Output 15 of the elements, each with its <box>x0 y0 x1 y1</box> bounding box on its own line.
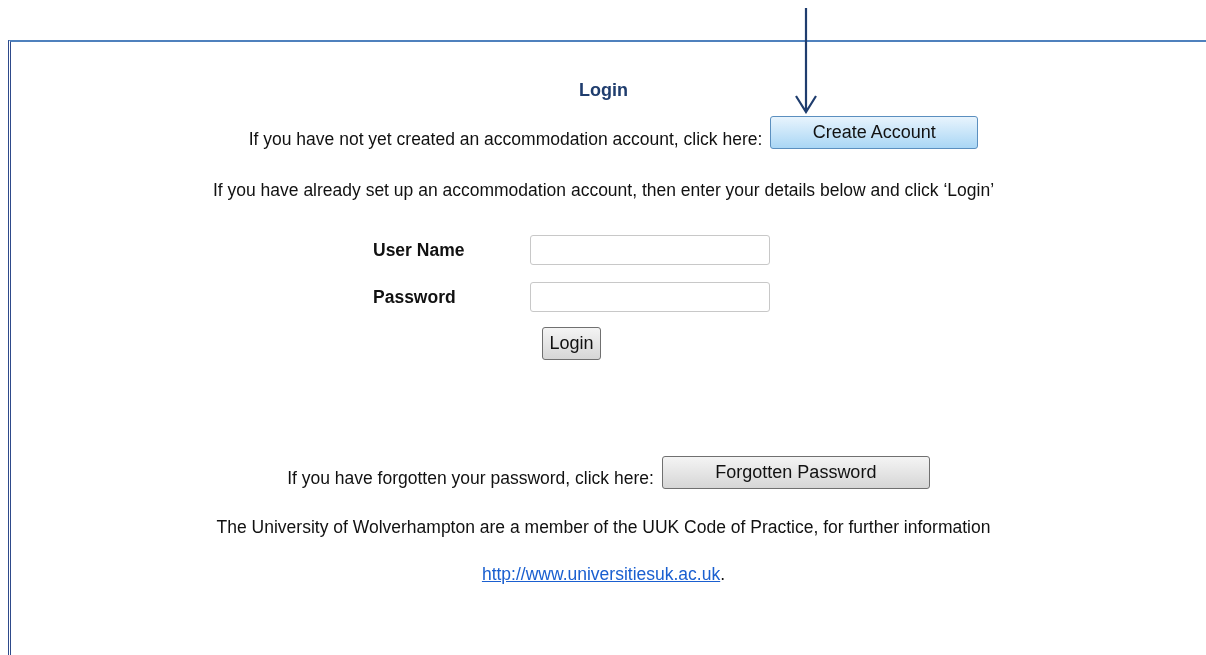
input-field[interactable] <box>530 235 770 265</box>
create-account-prompt: If you have not yet created an accommodation account, click here: <box>248 129 763 150</box>
login-instructions: If you have already set up an accommodation account, then enter your details below and click ‘Login’ <box>212 180 995 201</box>
forgot-password-prompt: If you have forgotten your password, click here: <box>287 468 654 489</box>
uuk-membership-text: The University of Wolverhampton are a member of the UUK Code of Practice, for further information <box>216 517 991 538</box>
website-link[interactable]: http://www.universitiesuk.ac.uk <box>481 564 721 584</box>
input-field[interactable] <box>530 282 770 312</box>
login-button[interactable]: Login <box>542 327 601 360</box>
website-line: http://www.universitiesuk.ac.uk. <box>481 564 726 585</box>
login-heading: Login <box>579 80 628 101</box>
create-account-button[interactable]: Create Account <box>770 116 979 149</box>
field-label: User Name <box>373 239 466 261</box>
down-arrow-icon <box>794 8 818 114</box>
forgotten-password-button[interactable]: Forgotten Password <box>661 456 930 489</box>
field-label: Password <box>373 286 457 308</box>
